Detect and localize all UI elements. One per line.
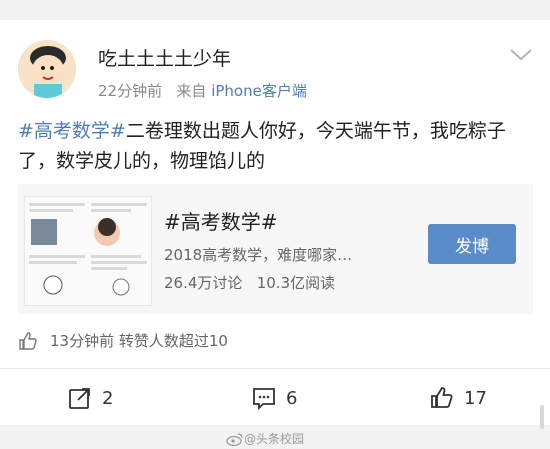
username[interactable]: 吃土土土土少年 (98, 44, 231, 71)
topic-title: #高考数学# (164, 210, 278, 234)
source-link[interactable]: iPhone客户端 (211, 82, 307, 100)
post-topic-button[interactable]: 发博 (428, 224, 516, 264)
like-button[interactable]: 17 (430, 376, 487, 420)
weibo-logo-icon (226, 432, 243, 446)
post-meta: 22分钟前 来自 iPhone客户端 (98, 80, 307, 101)
divider (0, 368, 550, 369)
like-count: 17 (464, 387, 487, 409)
chevron-down-icon[interactable] (508, 44, 534, 64)
repost-count: 2 (102, 387, 114, 409)
watermark: @头条校园 (226, 430, 304, 447)
comment-count: 6 (286, 387, 298, 409)
likes-time: 13分钟前 (50, 332, 115, 350)
avatar[interactable] (18, 40, 76, 98)
likes-text: 转赞人数超过10 (118, 332, 228, 350)
topic-share-card[interactable]: #高考数学# 2018高考数学，难度哪家… 26.4万讨论 10.3亿阅读 发博 (18, 184, 533, 314)
topic-reads: 10.3亿阅读 (256, 274, 336, 292)
scrollbar[interactable] (540, 405, 544, 429)
weibo-post-card: 吃土土土土少年 22分钟前 来自 iPhone客户端 #高考数学#二卷理数出题人… (0, 20, 550, 425)
topic-thumbnail (24, 196, 152, 306)
source-prefix: 来自 (176, 82, 207, 100)
likes-info: 13分钟前 转赞人数超过10 (18, 330, 228, 351)
watermark-text: @头条校园 (244, 432, 305, 446)
topic-stats: 26.4万讨论 10.3亿阅读 (164, 272, 335, 293)
topic-description: 2018高考数学，难度哪家… (164, 246, 353, 264)
thumbs-up-icon (19, 331, 37, 350)
post-text: #高考数学#二卷理数出题人你好，今天端午节，我吃粽子了，数学皮儿的，物理馅儿的 (18, 116, 533, 176)
post-hashtag[interactable]: #高考数学# (18, 120, 126, 142)
comment-button[interactable]: 6 (252, 376, 297, 420)
action-bar: 2 6 17 (0, 376, 550, 420)
like-icon (431, 387, 453, 408)
repost-icon (69, 388, 90, 409)
post-time: 22分钟前 (98, 82, 163, 100)
topic-discussions: 26.4万讨论 (164, 274, 243, 292)
comment-icon (253, 388, 275, 410)
repost-button[interactable]: 2 (68, 376, 113, 420)
